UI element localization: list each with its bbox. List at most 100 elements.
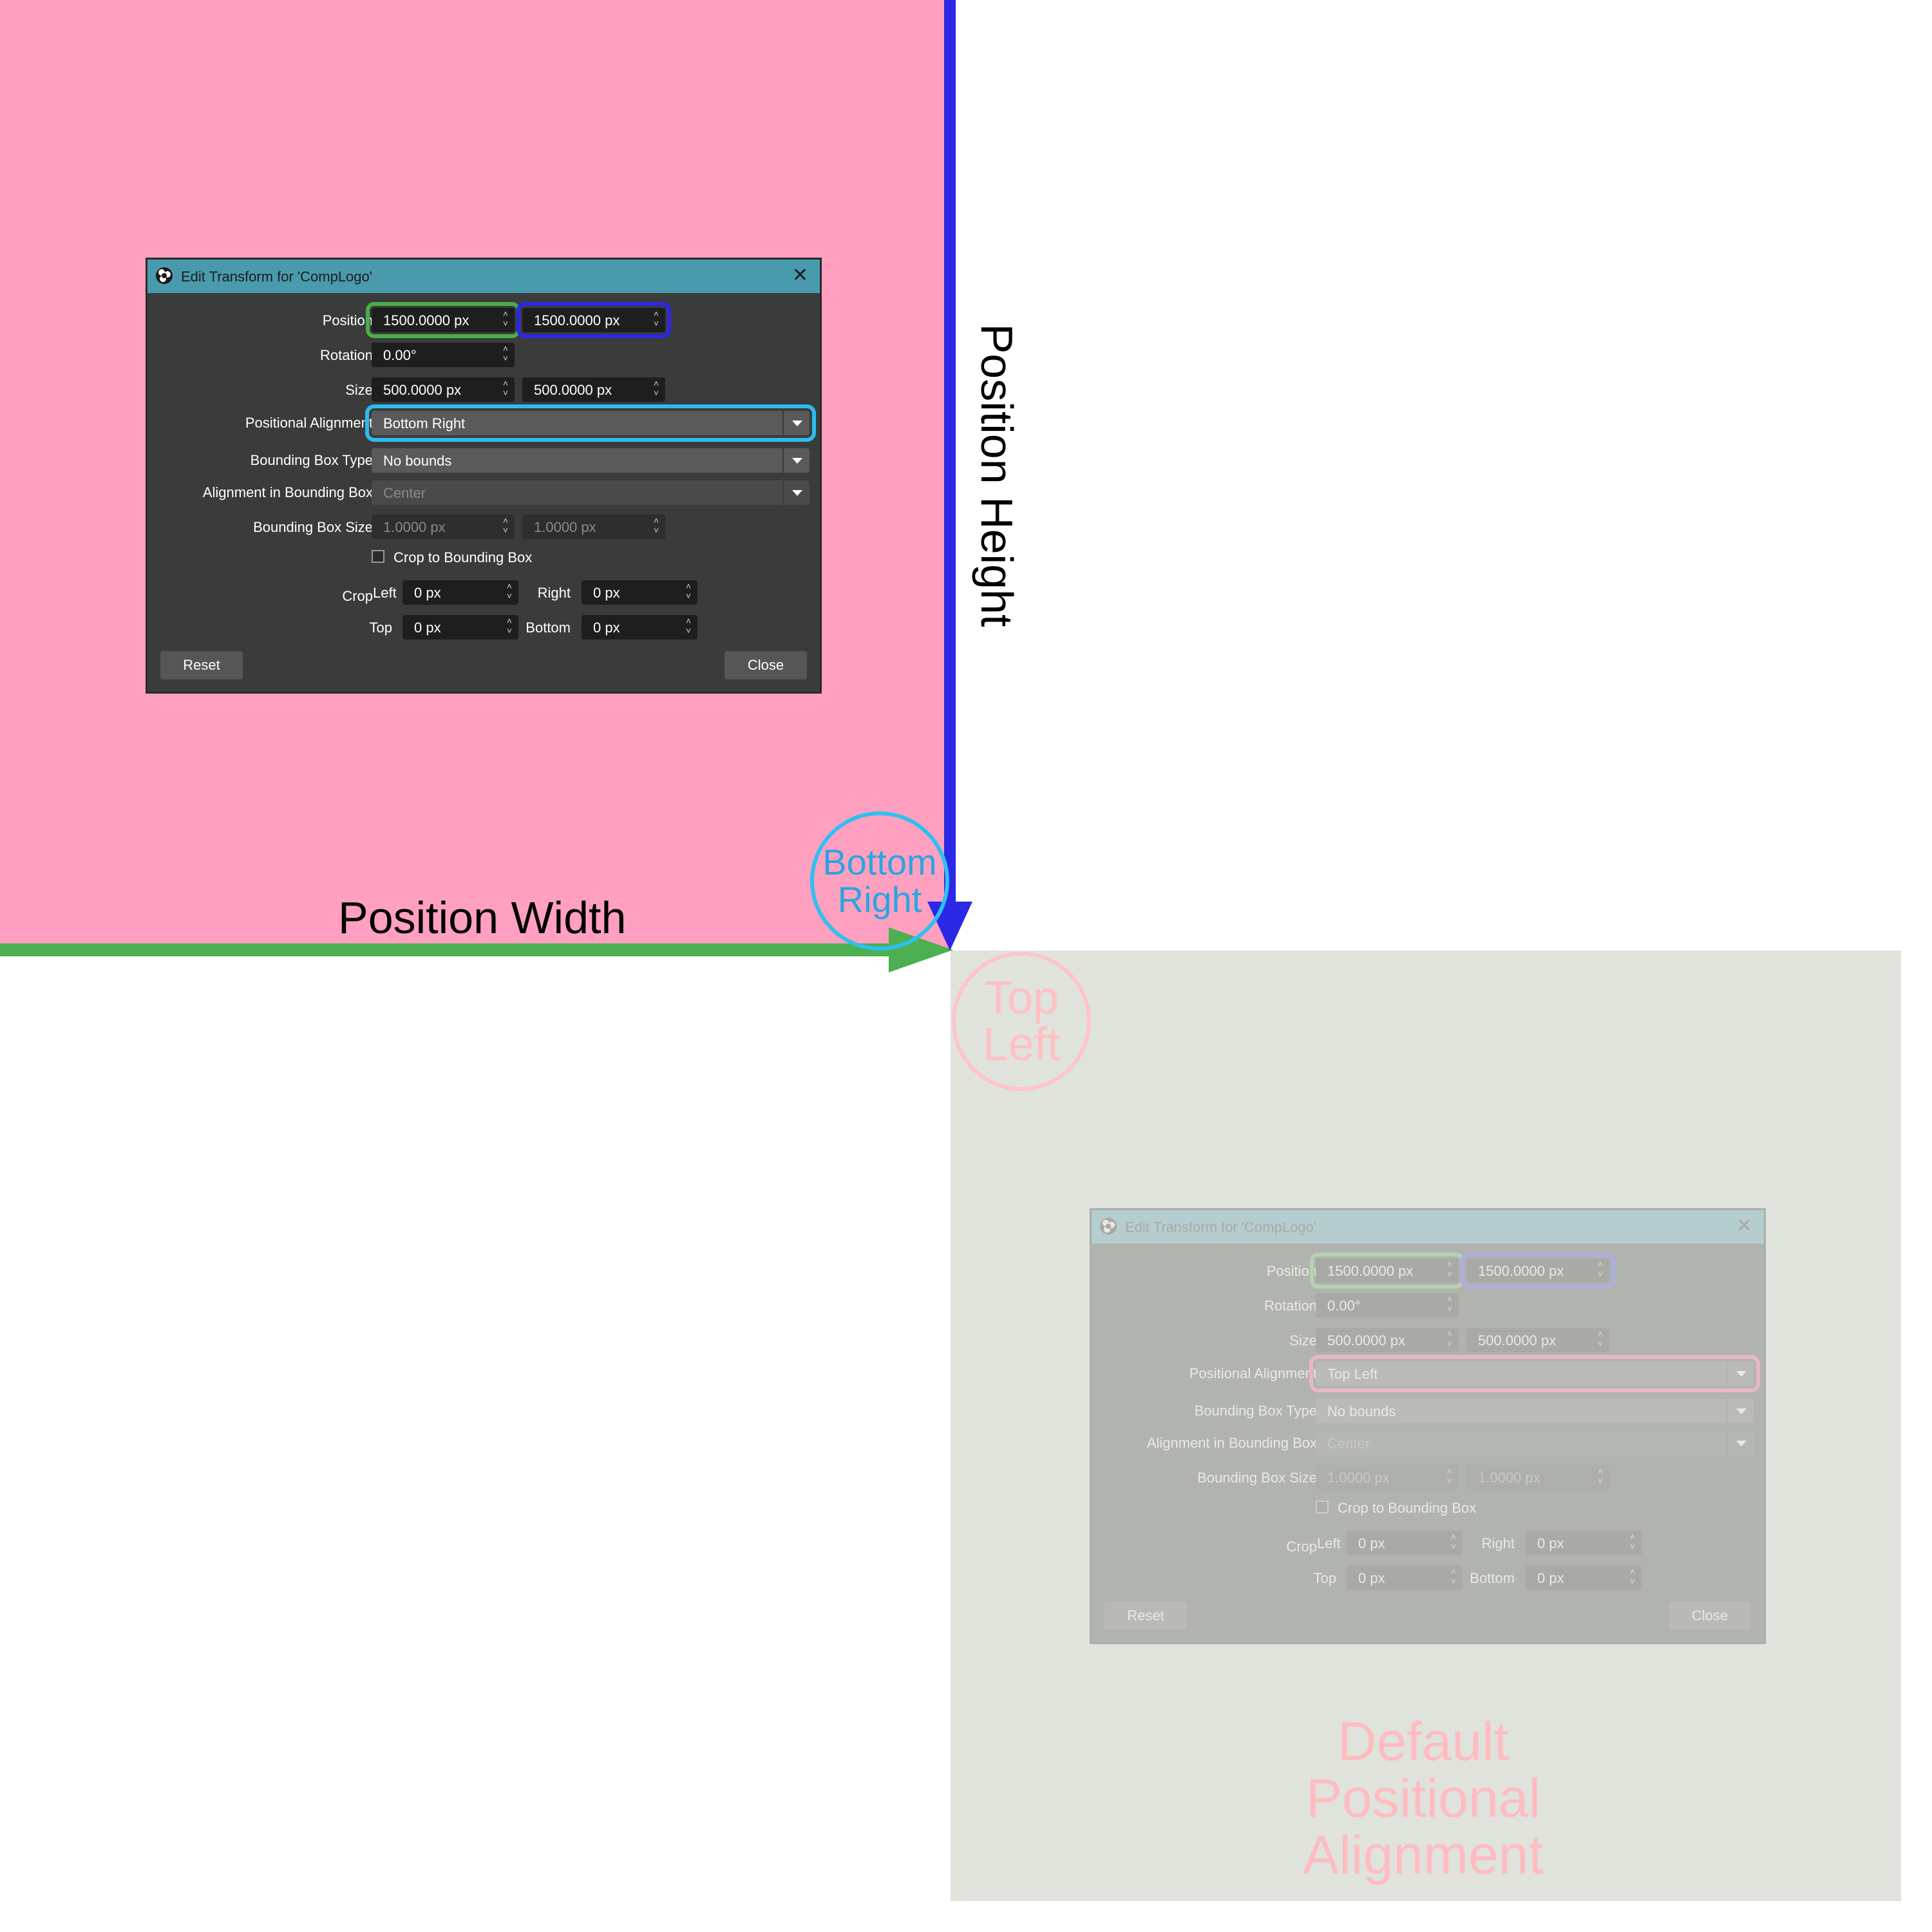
dropdown-arrow-icon[interactable]	[782, 411, 810, 435]
position-width-arrow-line	[0, 943, 902, 956]
crop-right-input[interactable]: 0 px ˄ ˅	[1526, 1531, 1642, 1555]
rotation-input[interactable]: 0.00° ˄ ˅	[372, 343, 515, 367]
dropdown-arrow-icon[interactable]	[1727, 1361, 1754, 1386]
default-positional-alignment-label: Default Positional Alignment	[1262, 1713, 1584, 1883]
size-width-value: 500.0000 px	[1327, 1332, 1406, 1349]
crop-left-input[interactable]: 0 px ˄ ˅	[402, 580, 518, 605]
crop-bottom-input[interactable]: 0 px ˄ ˅	[1526, 1566, 1642, 1590]
crop-top-value: 0 px	[414, 620, 441, 636]
size-label: Size	[1289, 1332, 1317, 1349]
default-line1: Default	[1337, 1711, 1510, 1772]
bbox-type-value: No bounds	[1327, 1403, 1396, 1419]
spin-arrows-icon[interactable]: ˄ ˅	[1598, 1329, 1603, 1349]
spin-arrows-icon[interactable]: ˄ ˅	[507, 616, 512, 636]
size-width-input[interactable]: 500.0000 px ˄ ˅	[1316, 1328, 1459, 1352]
bbox-height-input[interactable]: 1.0000 px ˄ ˅	[1466, 1465, 1609, 1490]
crop-to-bbox-checkbox[interactable]	[372, 550, 384, 563]
bbox-height-value: 1.0000 px	[534, 519, 596, 535]
top-left-line2: Left	[982, 1019, 1061, 1070]
spin-arrows-icon[interactable]: ˄ ˅	[1447, 1294, 1452, 1314]
dialog-titlebar[interactable]: Edit Transform for 'CompLogo' ✕	[1092, 1210, 1764, 1244]
crop-label: Crop	[1286, 1539, 1317, 1555]
spin-arrows-icon[interactable]: ˄ ˅	[654, 309, 659, 328]
size-width-value: 500.0000 px	[383, 382, 462, 398]
spin-arrows-icon[interactable]: ˄ ˅	[503, 516, 508, 535]
spin-arrows-icon[interactable]: ˄ ˅	[503, 309, 508, 328]
reset-button[interactable]: Reset	[1104, 1602, 1187, 1630]
close-button[interactable]: Close	[724, 651, 807, 679]
crop-bottom-label: Bottom	[1470, 1570, 1515, 1586]
positional-alignment-select[interactable]: Top Left	[1309, 1355, 1760, 1392]
default-line2: Positional	[1305, 1768, 1541, 1828]
bbox-width-input[interactable]: 1.0000 px ˄ ˅	[372, 515, 515, 539]
bbox-type-label: Bounding Box Type	[1194, 1403, 1317, 1419]
dropdown-arrow-icon[interactable]	[782, 448, 810, 473]
bbox-type-select[interactable]: No bounds	[1316, 1399, 1754, 1423]
dialog-titlebar[interactable]: Edit Transform for 'CompLogo' ✕	[147, 260, 820, 293]
crop-to-bbox-checkbox[interactable]	[1316, 1501, 1329, 1513]
dialog-title: Edit Transform for 'CompLogo'	[1125, 1219, 1316, 1235]
crop-top-input[interactable]: 0 px ˄ ˅	[402, 615, 518, 639]
spin-arrows-icon[interactable]: ˄ ˅	[1598, 1466, 1603, 1486]
size-height-input[interactable]: 500.0000 px ˄ ˅	[1466, 1328, 1609, 1352]
bbox-alignment-label: Alignment in Bounding Box	[1146, 1435, 1317, 1451]
close-button[interactable]: Close	[1669, 1602, 1751, 1630]
size-width-input[interactable]: 500.0000 px ˄ ˅	[372, 377, 515, 402]
close-icon[interactable]: ✕	[1736, 1215, 1752, 1237]
crop-right-input[interactable]: 0 px ˄ ˅	[582, 580, 697, 605]
crop-bottom-label: Bottom	[526, 620, 571, 636]
position-x-value: 1500.0000 px	[1327, 1263, 1414, 1279]
position-x-input[interactable]: 1500.0000 px ˄ ˅	[1310, 1253, 1464, 1289]
bbox-height-input[interactable]: 1.0000 px ˄ ˅	[522, 515, 665, 539]
spin-arrows-icon[interactable]: ˄ ˅	[1447, 1466, 1452, 1486]
position-y-input[interactable]: 1500.0000 px ˄ ˅	[516, 302, 671, 338]
edit-transform-dialog-default: Edit Transform for 'CompLogo' ✕ Position…	[1090, 1208, 1766, 1644]
bbox-width-input[interactable]: 1.0000 px ˄ ˅	[1316, 1465, 1459, 1490]
spin-arrows-icon[interactable]: ˄ ˅	[654, 379, 659, 398]
bbox-alignment-select[interactable]: Center	[372, 480, 810, 505]
position-x-input[interactable]: 1500.0000 px ˄ ˅	[366, 302, 520, 338]
position-y-input[interactable]: 1500.0000 px ˄ ˅	[1461, 1253, 1615, 1289]
spin-arrows-icon[interactable]: ˄ ˅	[1447, 1260, 1452, 1279]
spin-arrows-icon[interactable]: ˄ ˅	[503, 344, 508, 363]
spin-arrows-icon[interactable]: ˄ ˅	[686, 616, 691, 636]
crop-left-value: 0 px	[414, 585, 441, 601]
crop-bottom-input[interactable]: 0 px ˄ ˅	[582, 615, 697, 639]
spin-arrows-icon[interactable]: ˄ ˅	[1630, 1567, 1635, 1586]
spin-arrows-icon[interactable]: ˄ ˅	[1451, 1567, 1456, 1586]
bbox-size-label: Bounding Box Size	[253, 519, 373, 535]
crop-left-label: Left	[1317, 1535, 1341, 1551]
bbox-alignment-select[interactable]: Center	[1316, 1431, 1754, 1455]
crop-right-value: 0 px	[1537, 1535, 1564, 1551]
spin-arrows-icon[interactable]: ˄ ˅	[1630, 1532, 1635, 1551]
bbox-type-select[interactable]: No bounds	[372, 448, 810, 473]
bbox-alignment-value: Center	[383, 485, 426, 501]
position-y-value: 1500.0000 px	[1478, 1263, 1564, 1279]
crop-top-input[interactable]: 0 px ˄ ˅	[1347, 1566, 1463, 1590]
crop-left-input[interactable]: 0 px ˄ ˅	[1347, 1531, 1463, 1555]
positional-alignment-select[interactable]: Bottom Right	[365, 404, 816, 442]
dropdown-arrow-icon[interactable]	[782, 480, 810, 505]
size-height-input[interactable]: 500.0000 px ˄ ˅	[522, 377, 665, 402]
size-height-value: 500.0000 px	[534, 382, 612, 398]
dropdown-arrow-icon[interactable]	[1727, 1431, 1754, 1455]
spin-arrows-icon[interactable]: ˄ ˅	[654, 516, 659, 535]
reset-button[interactable]: Reset	[160, 651, 243, 679]
spin-arrows-icon[interactable]: ˄ ˅	[1447, 1329, 1452, 1349]
crop-right-value: 0 px	[593, 585, 620, 601]
crop-top-value: 0 px	[1358, 1570, 1385, 1586]
spin-arrows-icon[interactable]: ˄ ˅	[1451, 1532, 1456, 1551]
spin-arrows-icon[interactable]: ˄ ˅	[503, 379, 508, 398]
rotation-value: 0.00°	[1327, 1298, 1361, 1314]
bbox-alignment-value: Center	[1327, 1435, 1370, 1452]
spin-arrows-icon[interactable]: ˄ ˅	[507, 582, 512, 601]
bbox-type-label: Bounding Box Type	[250, 452, 373, 468]
edit-transform-dialog: Edit Transform for 'CompLogo' ✕ Position…	[146, 258, 822, 694]
spin-arrows-icon[interactable]: ˄ ˅	[1598, 1260, 1603, 1279]
dropdown-arrow-icon[interactable]	[1727, 1399, 1754, 1423]
spin-arrows-icon[interactable]: ˄ ˅	[686, 582, 691, 601]
rotation-input[interactable]: 0.00° ˄ ˅	[1316, 1293, 1459, 1318]
crop-right-label: Right	[537, 585, 571, 601]
positional-alignment-value: Bottom Right	[383, 415, 466, 431]
close-icon[interactable]: ✕	[792, 265, 808, 287]
